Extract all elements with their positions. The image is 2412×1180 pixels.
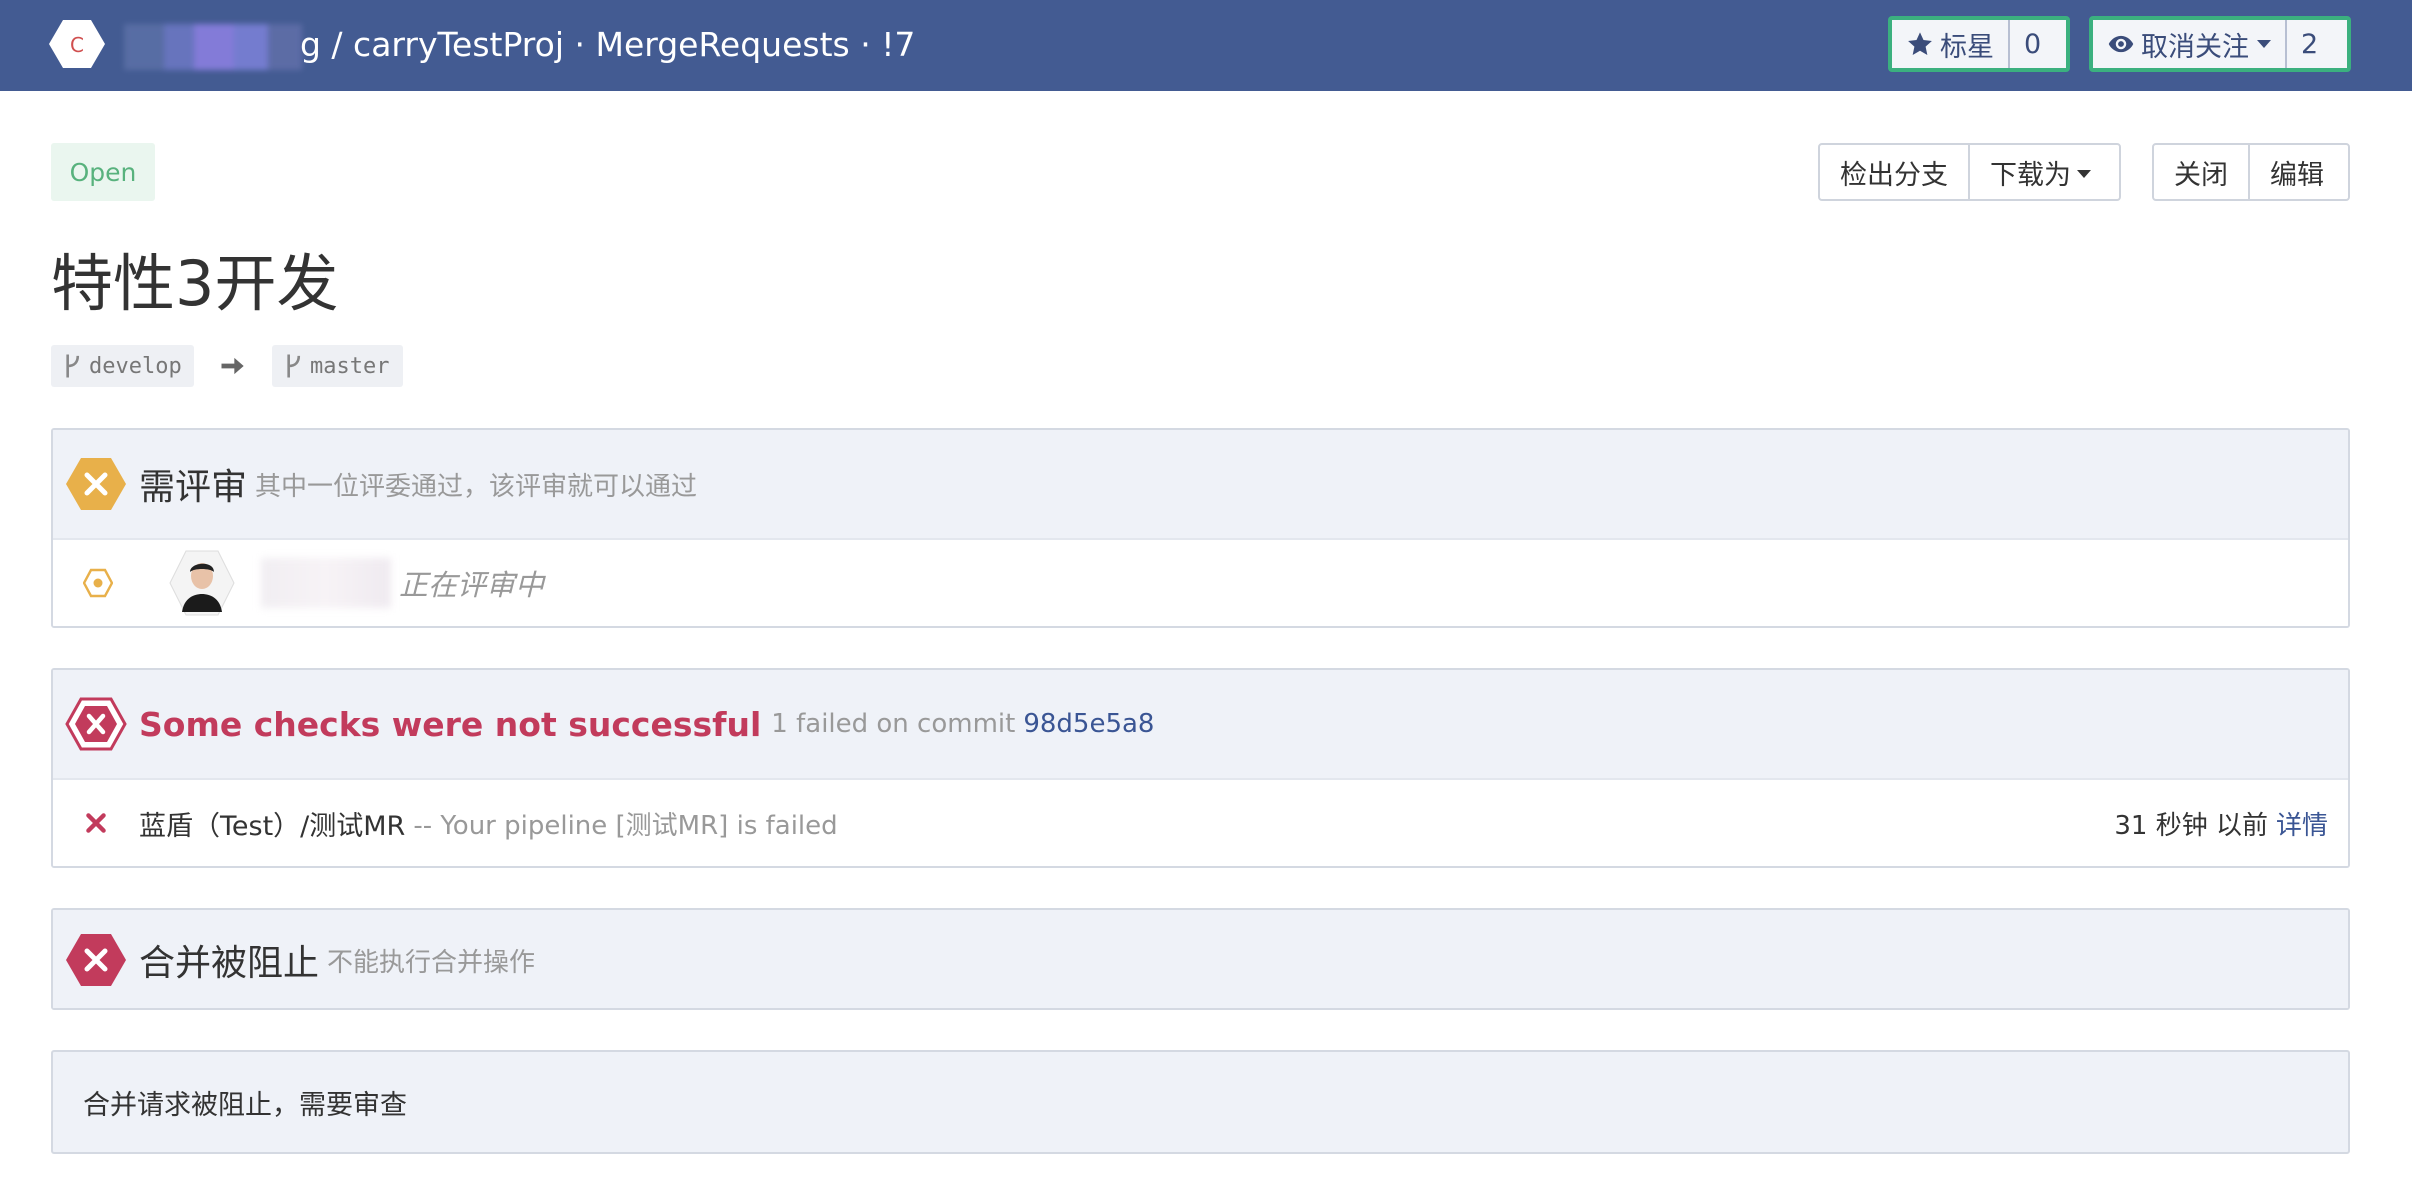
reviewer-row: 正在评审中: [53, 538, 2348, 626]
checks-title: Some checks were not successful: [139, 704, 762, 744]
review-panel: 需评审 其中一位评委通过，该评审就可以通过 正在评审中: [51, 428, 2350, 628]
page-title: 特性3开发: [51, 247, 339, 320]
download-as-button[interactable]: 下载为: [1968, 145, 2111, 199]
status-badge: Open: [51, 143, 155, 201]
merge-blocked-title: 合并被阻止: [139, 943, 320, 984]
check-row: 蓝盾（Test）/测试MR -- Your pipeline [测试MR] is…: [53, 778, 2348, 866]
review-status: 正在评审中: [399, 568, 545, 602]
eye-icon: [2108, 35, 2134, 53]
checks-panel-header: Some checks were not successful 1 failed…: [53, 670, 2348, 778]
target-branch-tag[interactable]: master: [272, 345, 403, 387]
cross-icon: [86, 813, 106, 833]
star-button[interactable]: 标星 0: [1888, 16, 2070, 72]
fail-hex-icon: [65, 696, 127, 752]
review-panel-header: 需评审 其中一位评委通过，该评审就可以通过: [53, 430, 2348, 538]
star-icon: [1908, 32, 1932, 55]
unwatch-label: 取消关注: [2141, 31, 2249, 63]
branch-actions: 检出分支 下载为: [1818, 143, 2121, 201]
download-as-label: 下载为: [1990, 159, 2071, 191]
edit-label: 编辑: [2270, 159, 2324, 191]
target-branch-name: master: [310, 353, 390, 379]
review-subtitle: 其中一位评委通过，该评审就可以通过: [255, 471, 698, 502]
checks-panel: Some checks were not successful 1 failed…: [51, 668, 2350, 868]
check-message: -- Your pipeline [测试MR] is failed: [413, 810, 838, 841]
review-title: 需评审: [139, 467, 248, 508]
close-label: 关闭: [2174, 159, 2228, 191]
merge-blocked-panel: 合并被阻止 不能执行合并操作: [51, 908, 2350, 1010]
branch-icon: [287, 354, 301, 378]
star-label: 标星: [1940, 31, 1994, 63]
watch-count[interactable]: 2: [2285, 20, 2332, 68]
avatar[interactable]: [169, 550, 235, 616]
top-nav-bar: C g / carryTestProj · MergeRequests · !7…: [0, 0, 2412, 91]
svg-text:C: C: [70, 33, 84, 57]
commit-link[interactable]: 98d5e5a8: [1023, 709, 1154, 739]
merge-blocked-message-box: 合并请求被阻止，需要审查: [51, 1050, 2350, 1154]
merge-blocked-header: 合并被阻止 不能执行合并操作: [53, 910, 2348, 1008]
reviewer-name-redacted: [261, 558, 391, 608]
check-name: 蓝盾（Test）/测试MR: [139, 810, 406, 842]
checks-summary: 1 failed on commit: [771, 709, 1016, 739]
unwatch-button[interactable]: 取消关注 2: [2089, 16, 2351, 72]
warning-hex-icon: [65, 456, 127, 512]
close-button[interactable]: 关闭: [2154, 145, 2248, 199]
project-logo-icon[interactable]: C: [48, 18, 106, 70]
mr-actions: 关闭 编辑: [2152, 143, 2350, 201]
arrow-right-icon: [221, 357, 244, 375]
merge-blocked-message: 合并请求被阻止，需要审查: [83, 1089, 407, 1121]
owner-name-redacted: [124, 24, 302, 70]
source-branch-tag[interactable]: develop: [51, 345, 194, 387]
fail-hex-icon: [65, 932, 127, 988]
pending-icon: [83, 568, 113, 598]
edit-button[interactable]: 编辑: [2248, 145, 2344, 199]
chevron-down-icon: [2077, 170, 2091, 178]
checkout-branch-label: 检出分支: [1840, 159, 1948, 191]
star-count[interactable]: 0: [2008, 20, 2055, 68]
breadcrumb[interactable]: g / carryTestProj · MergeRequests · !7: [300, 22, 915, 68]
chevron-down-icon: [2257, 40, 2271, 48]
details-link[interactable]: 详情: [2276, 805, 2328, 842]
merge-blocked-subtitle: 不能执行合并操作: [327, 947, 536, 978]
branch-icon: [66, 354, 80, 378]
source-branch-name: develop: [89, 353, 182, 379]
check-time: 31 秒钟 以前: [2114, 810, 2268, 841]
checkout-branch-button[interactable]: 检出分支: [1820, 145, 1968, 199]
